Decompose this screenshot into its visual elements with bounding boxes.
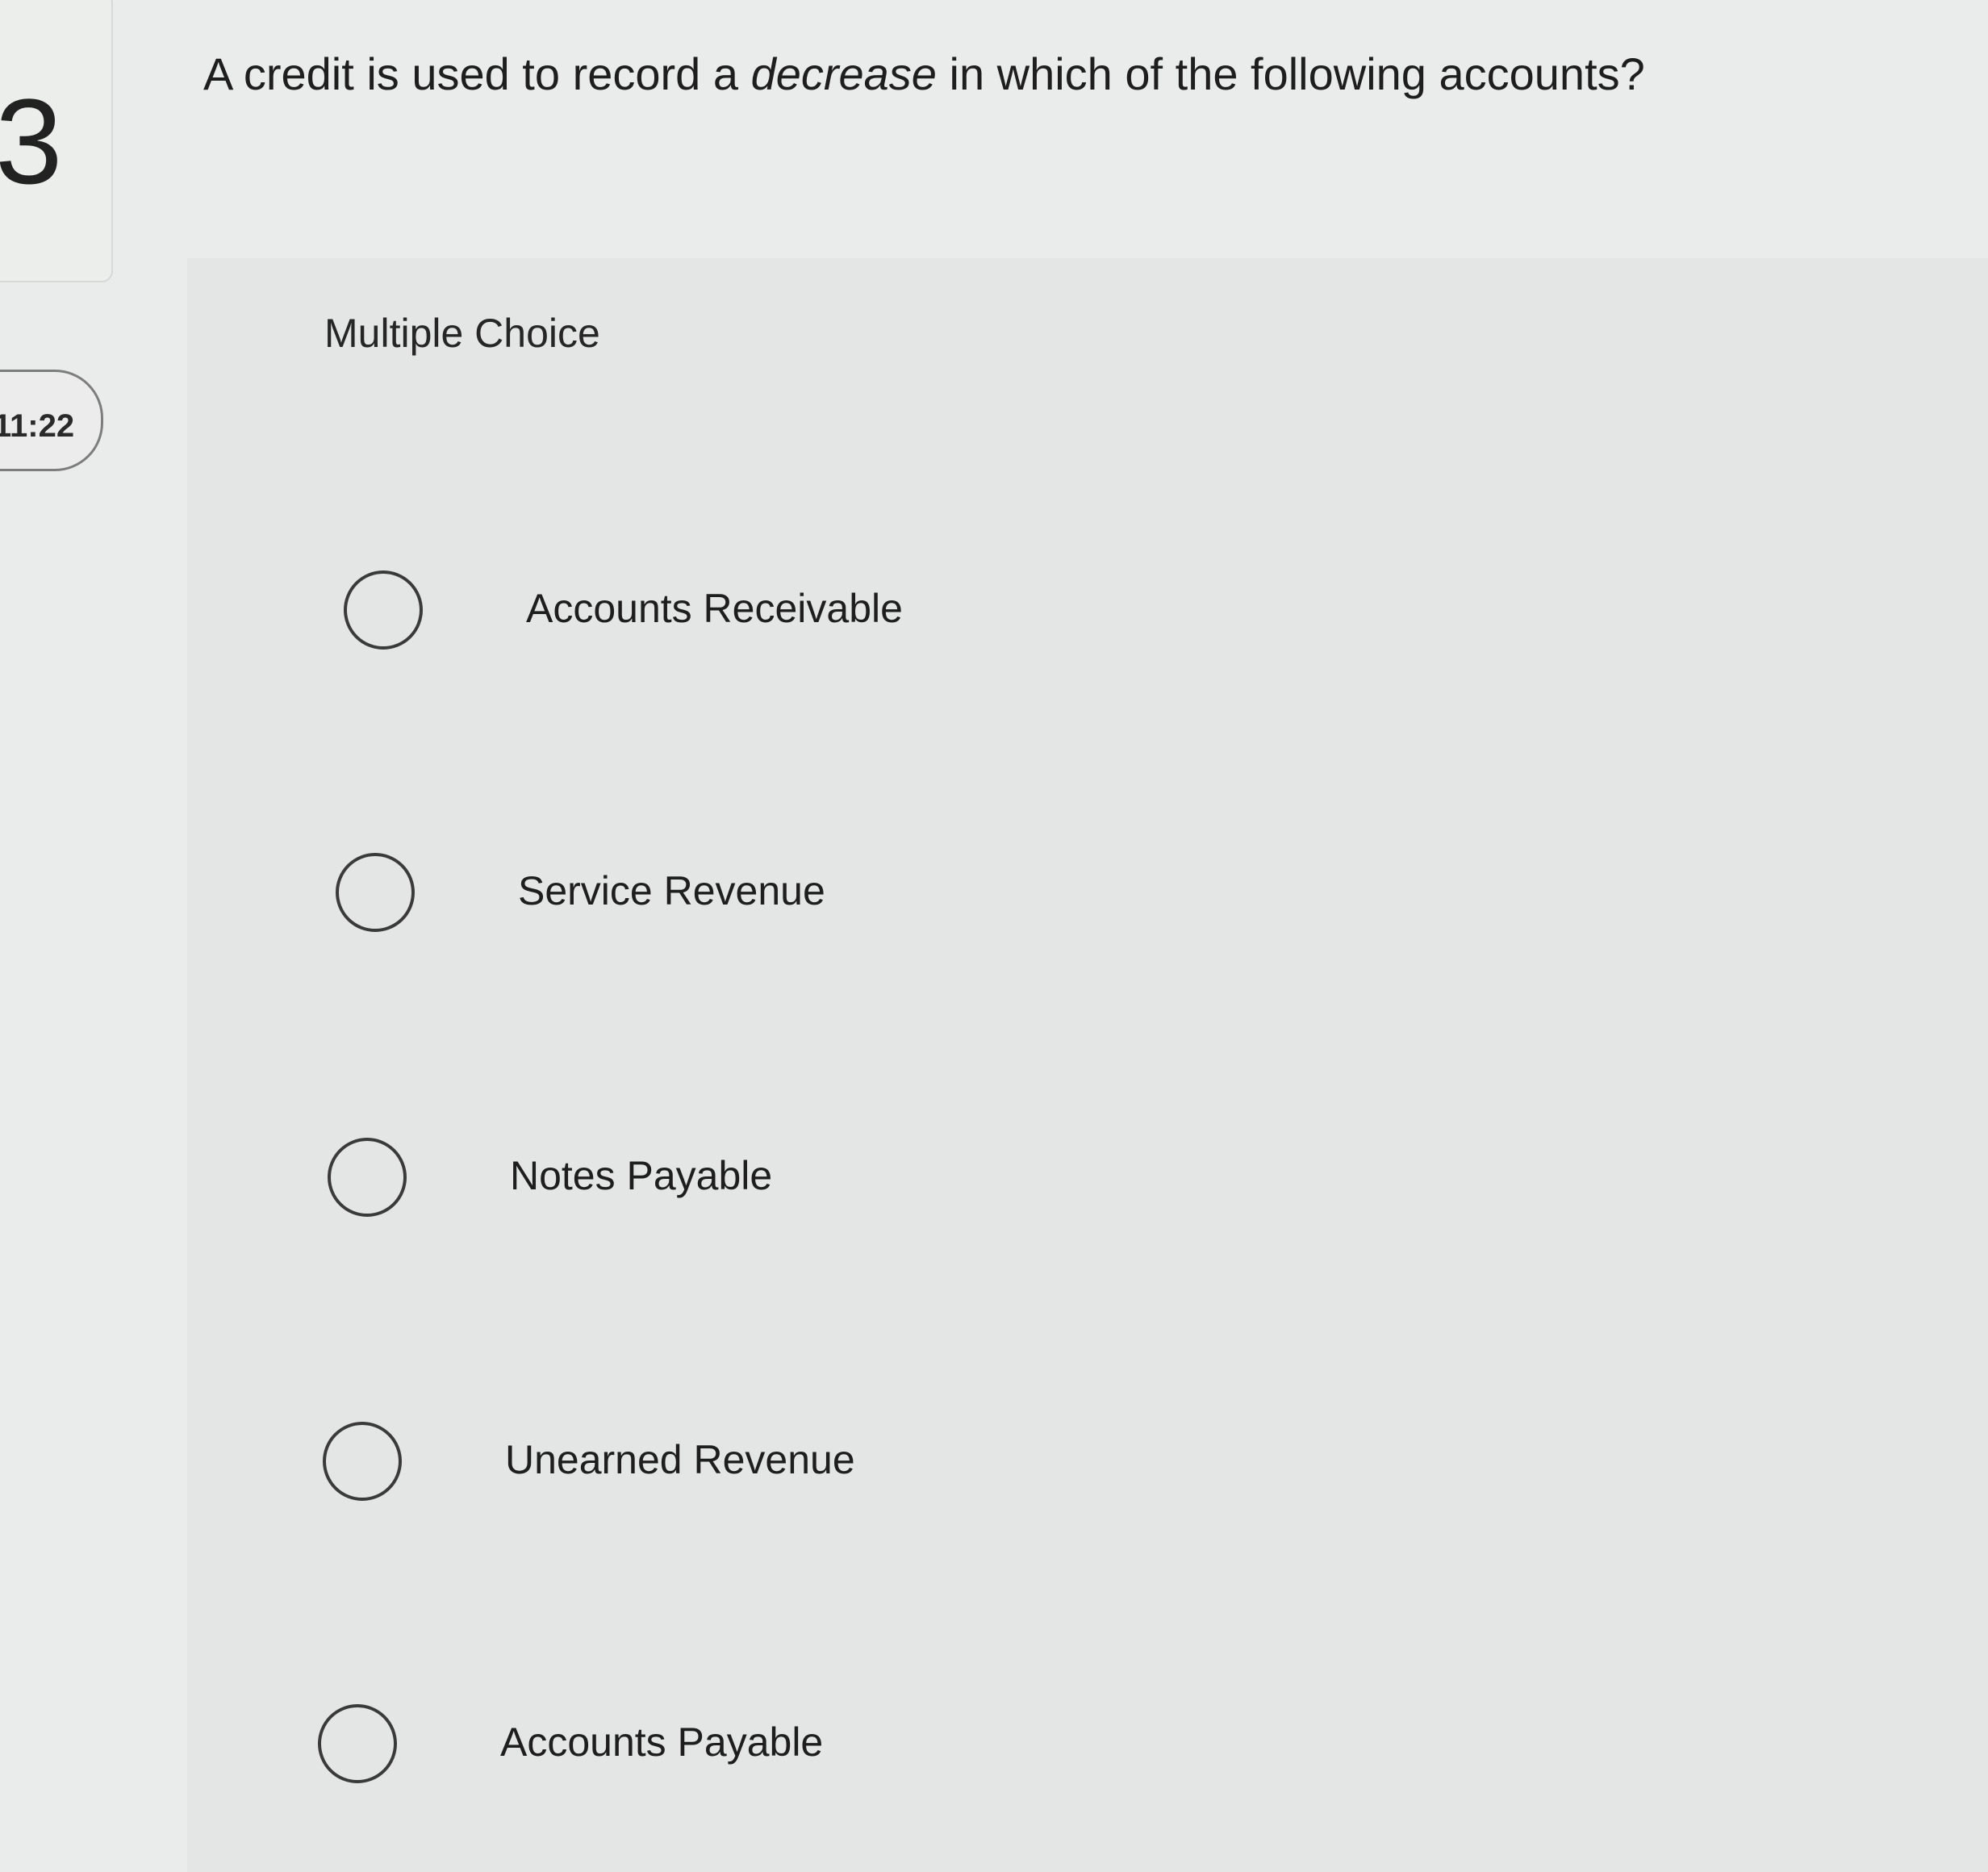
radio-button[interactable] [323, 1422, 402, 1501]
question-prompt: A credit is used to record a decrease in… [203, 47, 1978, 101]
answer-option-label: Unearned Revenue [505, 1437, 855, 1482]
radio-button[interactable] [344, 570, 423, 650]
answer-option[interactable]: Accounts Receivable [344, 570, 1473, 659]
answer-panel [187, 258, 1988, 1872]
answer-option[interactable]: Accounts Payable [318, 1704, 1447, 1793]
answer-option-label: Accounts Payable [500, 1719, 824, 1765]
answer-option[interactable]: Service Revenue [336, 853, 1465, 942]
answer-option-label: Accounts Receivable [526, 586, 903, 631]
question-prompt-emphasis: decrease [750, 48, 937, 99]
radio-button[interactable] [336, 853, 415, 932]
answer-option[interactable]: Notes Payable [328, 1138, 1457, 1226]
question-number: 3 [0, 73, 63, 209]
answer-option-label: Notes Payable [510, 1153, 773, 1198]
answer-option[interactable]: Unearned Revenue [323, 1422, 1452, 1511]
question-prompt-start: A credit is used to record a [203, 48, 751, 99]
radio-button[interactable] [328, 1138, 407, 1217]
question-type-label: Multiple Choice [324, 311, 600, 356]
answer-option-label: Service Revenue [518, 868, 825, 913]
timer-text: 11:22 [0, 408, 75, 444]
radio-button[interactable] [318, 1704, 397, 1783]
question-prompt-end: in which of the following accounts? [936, 48, 1645, 99]
